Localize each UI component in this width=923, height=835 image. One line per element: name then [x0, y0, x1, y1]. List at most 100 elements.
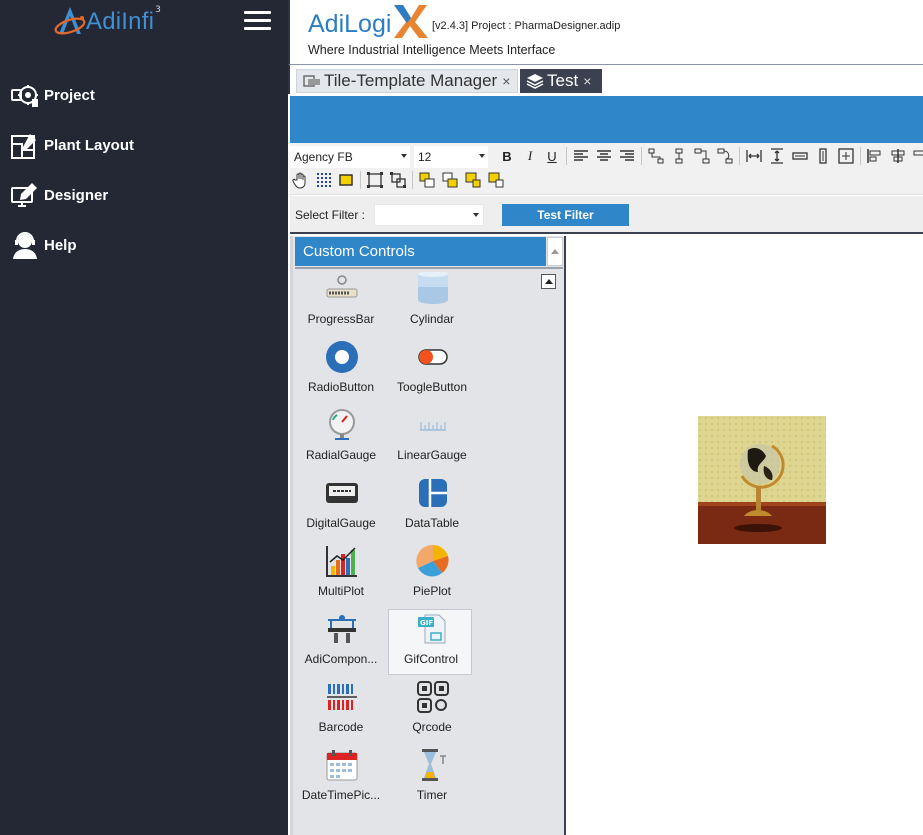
- sidebar-item-help[interactable]: Help: [10, 230, 77, 260]
- chevron-down-icon: [473, 213, 479, 217]
- svg-text:GIF: GIF: [420, 619, 433, 627]
- control-barcode[interactable]: Barcode: [299, 678, 383, 744]
- sidebar-item-label: Plant Layout: [44, 136, 135, 154]
- control-togglebutton[interactable]: ToogleButton: [390, 338, 474, 404]
- control-radiobutton[interactable]: RadioButton: [299, 338, 383, 404]
- plant-layout-icon: [11, 134, 36, 159]
- connector-vertical-icon[interactable]: [670, 147, 688, 165]
- tab-tile-template-manager[interactable]: Tile-Template Manager ×: [296, 69, 518, 93]
- tab-close-icon[interactable]: ×: [583, 73, 591, 89]
- ungroup-icon[interactable]: [389, 171, 407, 189]
- panel-divider: [295, 267, 563, 269]
- scroll-up-button[interactable]: [541, 274, 556, 289]
- send-backward-icon[interactable]: [464, 171, 482, 189]
- control-label: Cylindar: [409, 312, 454, 326]
- layers-icon: [526, 74, 544, 89]
- control-label: Qrcode: [412, 720, 452, 734]
- same-size-icon[interactable]: [837, 147, 855, 165]
- send-to-back-icon[interactable]: [487, 171, 505, 189]
- menu-line: [244, 27, 271, 30]
- tagline: Where Industrial Intelligence Meets Inte…: [308, 43, 556, 57]
- align-center-icon[interactable]: [595, 147, 613, 165]
- font-size-select[interactable]: 12: [414, 146, 488, 168]
- control-label: Barcode: [318, 720, 364, 734]
- globe-image[interactable]: [698, 416, 826, 544]
- align-centers-icon[interactable]: [889, 147, 907, 165]
- control-label: DataTable: [404, 516, 460, 530]
- menu-line: [244, 19, 271, 22]
- control-label: GifControl: [403, 652, 459, 666]
- control-datetimepicker[interactable]: DateTimePic...: [299, 746, 383, 812]
- align-left-icon[interactable]: [572, 147, 590, 165]
- connector-icon[interactable]: [647, 147, 665, 165]
- template-icon: [303, 75, 320, 87]
- connector-elbow-icon[interactable]: [693, 147, 711, 165]
- filter-select[interactable]: [374, 204, 484, 226]
- control-timer[interactable]: Timer: [390, 746, 474, 812]
- chevron-up-icon: [544, 279, 553, 284]
- tab-close-icon[interactable]: ×: [502, 73, 510, 89]
- control-datatable[interactable]: DataTable: [390, 474, 474, 540]
- hamburger-menu-button[interactable]: [244, 11, 271, 31]
- underline-button[interactable]: U: [543, 147, 561, 165]
- control-label: RadioButton: [307, 380, 375, 394]
- sidebar-item-label: Designer: [44, 186, 109, 204]
- brand-logo: AdiInfi 3: [52, 4, 161, 40]
- control-gifcontrol[interactable]: GIF GifControl: [388, 609, 472, 675]
- group-icon[interactable]: [366, 171, 384, 189]
- bring-to-front-icon[interactable]: [418, 171, 436, 189]
- sidebar-item-project[interactable]: Project: [10, 80, 95, 110]
- font-family-select[interactable]: Agency FB: [290, 146, 410, 168]
- toolbar-separator: [739, 147, 740, 165]
- control-label: ProgressBar: [307, 312, 375, 326]
- align-right-edges-icon[interactable]: [910, 147, 923, 165]
- control-pieplot[interactable]: PiePlot: [390, 542, 474, 608]
- control-lineargauge[interactable]: LinearGauge: [390, 406, 474, 472]
- sidebar-item-designer[interactable]: Designer: [10, 180, 108, 210]
- control-label: DateTimePic...: [301, 788, 381, 802]
- font-size-value: 12: [418, 150, 432, 164]
- barcode-icon: [325, 680, 359, 714]
- same-height-icon[interactable]: [814, 147, 832, 165]
- connector-curve-icon[interactable]: [716, 147, 734, 165]
- control-progressbar[interactable]: ProgressBar: [299, 270, 383, 336]
- bold-button[interactable]: B: [498, 147, 516, 165]
- control-qrcode[interactable]: Qrcode: [390, 678, 474, 744]
- pan-hand-icon[interactable]: [292, 171, 310, 189]
- control-cylinder[interactable]: Cylindar: [390, 270, 474, 336]
- menu-line: [244, 11, 271, 14]
- control-adicomponent[interactable]: AdiCompon...: [299, 610, 383, 676]
- sidebar: AdiInfi 3 Project Plant Layout Designer …: [0, 0, 288, 835]
- control-multiplot[interactable]: MultiPlot: [299, 542, 383, 608]
- tab-test[interactable]: Test ×: [520, 69, 602, 93]
- snap-rectangle-icon[interactable]: [337, 171, 355, 189]
- adiinfi-logo-icon: [54, 7, 86, 35]
- control-label: LinearGauge: [397, 448, 467, 462]
- design-canvas[interactable]: [568, 236, 923, 835]
- control-radialgauge[interactable]: RadialGauge: [299, 406, 383, 472]
- font-family-value: Agency FB: [294, 150, 353, 164]
- grid-icon[interactable]: [315, 171, 333, 189]
- sidebar-item-label: Project: [44, 86, 95, 104]
- digital-gauge-icon: [325, 476, 359, 510]
- calendar-icon: [325, 748, 359, 782]
- datatable-icon: [416, 476, 450, 510]
- panel-header-scroll[interactable]: [547, 237, 563, 266]
- control-digitalgauge[interactable]: DigitalGauge: [299, 474, 383, 540]
- test-filter-button[interactable]: Test Filter: [502, 204, 629, 226]
- version-project-label: [v2.4.3] Project : PharmaDesigner.adip: [432, 20, 621, 32]
- align-right-icon[interactable]: [618, 147, 636, 165]
- distribute-horizontal-icon[interactable]: [745, 147, 763, 165]
- toolbar-separator: [412, 171, 413, 189]
- format-toolbar: Agency FB 12 B I U: [290, 143, 923, 195]
- align-left-edges-icon[interactable]: [866, 147, 884, 165]
- distribute-vertical-icon[interactable]: [768, 147, 786, 165]
- sidebar-item-plant-layout[interactable]: Plant Layout: [10, 130, 134, 160]
- italic-button[interactable]: I: [521, 147, 539, 165]
- linear-gauge-icon: [416, 408, 450, 442]
- bring-forward-icon[interactable]: [441, 171, 459, 189]
- radiobutton-icon: [325, 340, 359, 374]
- tab-label: Test: [547, 71, 579, 90]
- control-label: PiePlot: [412, 584, 452, 598]
- same-width-icon[interactable]: [791, 147, 809, 165]
